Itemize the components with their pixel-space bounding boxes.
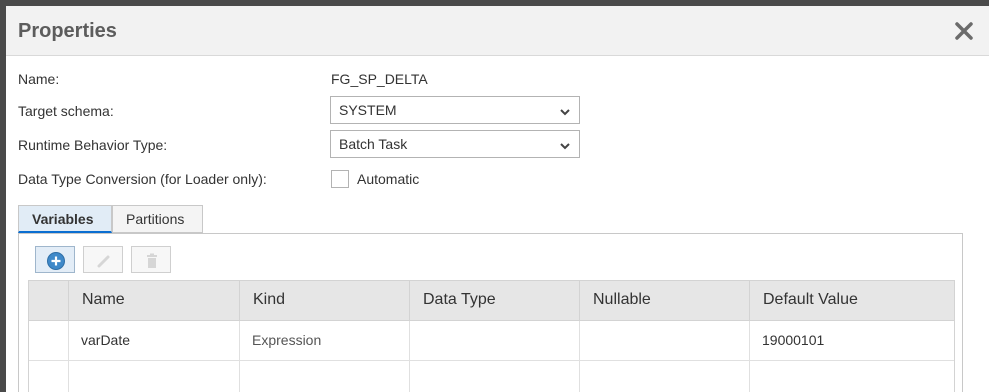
automatic-checkbox[interactable]	[331, 170, 349, 188]
automatic-checkbox-label: Automatic	[357, 171, 420, 187]
table-cell-default-value[interactable]: 19000101	[750, 321, 954, 361]
add-variable-button[interactable]	[35, 246, 75, 273]
dialog-title: Properties	[18, 20, 117, 42]
dialog-header: Properties	[6, 6, 989, 56]
row-selector[interactable]	[29, 321, 69, 361]
tab-variables[interactable]: Variables	[18, 205, 112, 233]
cell-text: Expression	[252, 332, 322, 348]
trash-icon	[147, 253, 157, 268]
column-header-label: Name	[82, 291, 125, 308]
table-header: Name Kind Data Type Nullable Default Val…	[29, 281, 954, 321]
column-header-data-type[interactable]: Data Type	[410, 281, 580, 321]
target-schema-select[interactable]: SYSTEM	[330, 96, 580, 124]
table-row[interactable]	[29, 361, 954, 392]
table-cell-default-value[interactable]	[750, 361, 954, 392]
column-header-label: Data Type	[423, 291, 496, 308]
column-header-nullable[interactable]: Nullable	[580, 281, 750, 321]
column-header-label: Kind	[253, 291, 286, 308]
chevron-down-icon	[559, 139, 571, 151]
column-header-label: Nullable	[593, 291, 651, 308]
runtime-behavior-label: Runtime Behavior Type:	[18, 137, 168, 153]
table-cell-kind[interactable]: Expression	[240, 321, 410, 361]
row-selector[interactable]	[29, 361, 69, 392]
column-header-default-value[interactable]: Default Value	[750, 281, 954, 321]
data-type-conversion-label: Data Type Conversion (for Loader only):	[18, 171, 267, 187]
pencil-icon	[97, 255, 110, 268]
name-value: FG_SP_DELTA	[331, 71, 428, 87]
table-row[interactable]: varDate Expression 19000101	[29, 321, 954, 361]
column-header-kind[interactable]: Kind	[240, 281, 410, 321]
variables-panel: Name Kind Data Type Nullable Default Val…	[18, 233, 963, 392]
cell-text: varDate	[81, 332, 131, 348]
target-schema-label: Target schema:	[18, 103, 114, 119]
column-header-name[interactable]: Name	[69, 281, 240, 321]
tab-partitions[interactable]: Partitions	[112, 205, 203, 233]
table-cell-data-type[interactable]	[410, 361, 580, 392]
row-selector-header	[29, 281, 69, 321]
table-cell-nullable[interactable]	[580, 361, 750, 392]
cell-text: 19000101	[762, 332, 825, 348]
table-cell-kind[interactable]	[240, 361, 410, 392]
table-cell-data-type[interactable]	[410, 321, 580, 361]
add-circle-icon	[47, 252, 65, 270]
target-schema-value: SYSTEM	[339, 102, 397, 118]
name-label: Name:	[18, 71, 60, 87]
edit-variable-button[interactable]	[83, 246, 123, 273]
delete-variable-button[interactable]	[131, 246, 171, 273]
column-header-label: Default Value	[763, 291, 858, 308]
runtime-behavior-value: Batch Task	[339, 136, 408, 152]
variables-table: Name Kind Data Type Nullable Default Val…	[28, 280, 955, 392]
tab-variables-label: Variables	[32, 211, 94, 227]
table-cell-nullable[interactable]	[580, 321, 750, 361]
tab-partitions-label: Partitions	[126, 211, 185, 227]
table-cell-name[interactable]: varDate	[69, 321, 240, 361]
runtime-behavior-select[interactable]: Batch Task	[330, 130, 580, 158]
close-icon[interactable]	[952, 19, 976, 43]
table-cell-name[interactable]	[69, 361, 240, 392]
chevron-down-icon	[559, 105, 571, 117]
properties-dialog: Properties Name: FG_SP_DELTA Target sche…	[6, 6, 989, 392]
